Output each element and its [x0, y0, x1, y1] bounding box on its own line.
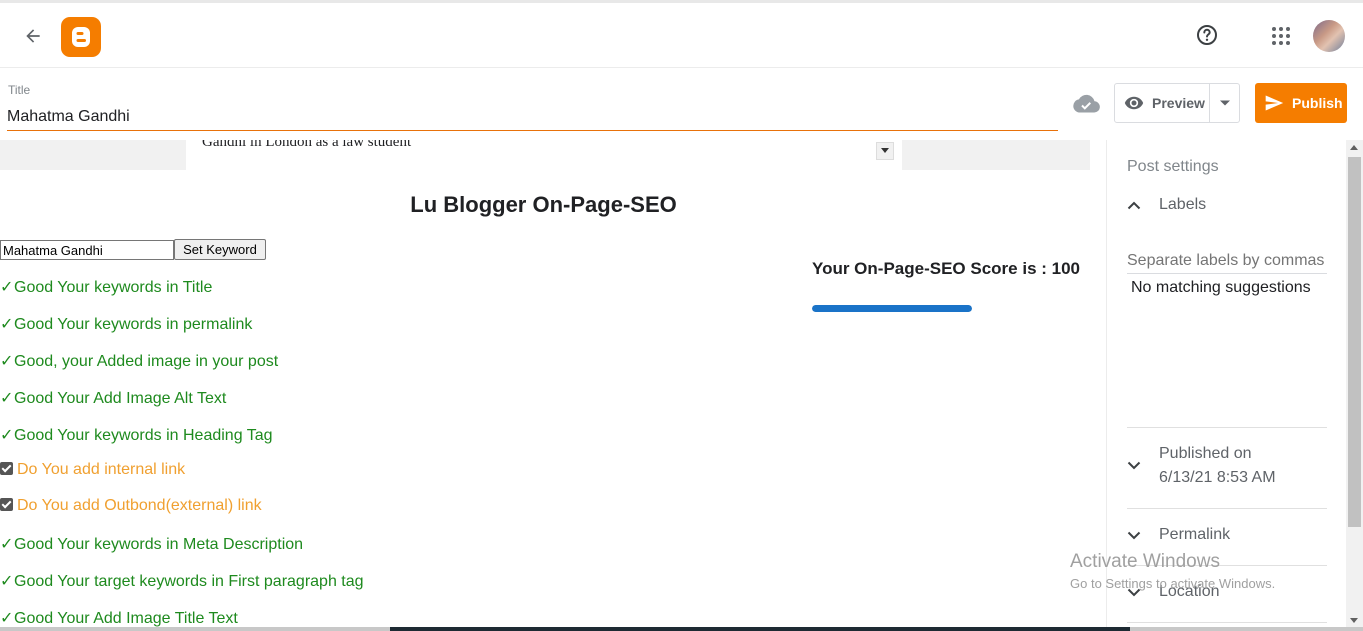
chevron-up-icon — [1127, 201, 1141, 210]
post-settings-heading: Post settings — [1127, 158, 1219, 175]
seo-check-item: ✓Good Your target keywords in First para… — [0, 571, 364, 591]
checkbox-icon — [0, 498, 13, 511]
back-button[interactable] — [18, 21, 48, 51]
published-section[interactable]: Published on 6/13/21 8:53 AM — [1127, 445, 1276, 487]
seo-check-text: Good Your Add Image Title Text — [14, 610, 238, 627]
checkmark-icon: ✓ — [0, 610, 14, 627]
checkmark-icon: ✓ — [0, 536, 14, 553]
seo-check-text: Good Your target keywords in First parag… — [14, 573, 364, 590]
seo-score-bar — [812, 305, 972, 312]
seo-score-text: Your On-Page-SEO Score is : 100 — [812, 259, 1080, 278]
send-icon — [1265, 95, 1284, 111]
title-input[interactable] — [7, 104, 1058, 131]
preview-button[interactable]: Preview — [1114, 83, 1240, 123]
editor-text: Gandhi in London as a law student — [202, 140, 412, 150]
seo-check-text: Good Your keywords in Meta Description — [14, 536, 304, 553]
sidebar-scrollbar[interactable] — [1346, 140, 1363, 631]
chevron-down-icon — [1127, 445, 1159, 471]
labels-section-header[interactable]: Labels — [1127, 196, 1206, 214]
seo-check-text: Do You add Outbond(external) link — [17, 497, 262, 514]
post-settings-sidebar: Post settings Labels No matching suggest… — [1106, 140, 1346, 631]
scroll-down-arrow[interactable] — [1350, 618, 1358, 623]
publish-label: Publish — [1292, 95, 1343, 111]
arrow-left-icon — [26, 29, 40, 43]
permalink-section[interactable]: Permalink — [1127, 526, 1230, 544]
divider — [1127, 508, 1327, 509]
scrollbar-thumb[interactable] — [1348, 157, 1361, 527]
published-value: 6/13/21 8:53 AM — [1159, 469, 1276, 486]
divider — [1127, 565, 1327, 566]
preview-main[interactable]: Preview — [1115, 84, 1210, 122]
taskbar-dark-edge — [390, 627, 1130, 631]
checkmark-icon: ✓ — [0, 427, 14, 444]
blogger-b-icon — [72, 27, 90, 47]
title-label: Title — [8, 83, 31, 97]
published-title: Published on — [1159, 445, 1252, 462]
chevron-down-icon — [1127, 526, 1159, 541]
seo-check-item: ✓Good Your keywords in Heading Tag — [0, 425, 273, 445]
scroll-up-arrow[interactable] — [1350, 145, 1358, 150]
help-circle-icon — [1197, 25, 1217, 45]
seo-check-item: Do You add internal link — [0, 461, 185, 479]
seo-check-text: Good Your keywords in Title — [14, 279, 213, 296]
editor-content[interactable]: Gandhi in London as a law student — [186, 140, 902, 170]
apps-grid-icon — [1272, 27, 1290, 45]
caret-down-icon — [881, 148, 889, 153]
no-match-text: No matching suggestions — [1131, 279, 1311, 296]
seo-check-item: Do You add Outbond(external) link — [0, 497, 262, 515]
preview-label: Preview — [1152, 95, 1205, 111]
publish-button[interactable]: Publish — [1255, 83, 1347, 123]
seo-check-text: Do You add internal link — [17, 461, 186, 478]
checkmark-icon: ✓ — [0, 573, 14, 590]
labels-title: Labels — [1159, 196, 1207, 213]
seo-check-item: ✓Good, your Added image in your post — [0, 351, 278, 371]
seo-check-item: ✓Good Your Add Image Alt Text — [0, 388, 226, 408]
keyword-input[interactable] — [0, 240, 174, 260]
editor-scroll-button[interactable] — [876, 142, 894, 160]
seo-title: Lu Blogger On-Page-SEO — [410, 192, 677, 217]
title-area: Title Preview Publish — [0, 68, 1363, 138]
set-keyword-button[interactable]: Set Keyword — [174, 239, 266, 260]
app-header — [0, 3, 1363, 68]
seo-check-text: Good Your Add Image Alt Text — [14, 390, 227, 407]
divider — [1127, 622, 1327, 623]
blogger-logo[interactable] — [61, 17, 101, 57]
permalink-title: Permalink — [1159, 526, 1231, 543]
seo-check-item: ✓Good Your keywords in Title — [0, 277, 212, 297]
location-title: Location — [1159, 583, 1220, 600]
seo-check-text: Good, your Added image in your post — [14, 353, 279, 370]
checkmark-icon: ✓ — [0, 390, 14, 407]
checkmark-icon: ✓ — [0, 316, 14, 333]
seo-check-item: ✓Good Your keywords in permalink — [0, 314, 252, 334]
preview-dropdown[interactable] — [1210, 84, 1239, 122]
help-button[interactable] — [1193, 21, 1221, 49]
caret-down-icon — [1219, 100, 1230, 106]
seo-score-fill — [812, 305, 972, 312]
labels-input[interactable] — [1127, 248, 1327, 274]
apps-button[interactable] — [1268, 23, 1294, 49]
seo-check-item: ✓Good Your keywords in Meta Description — [0, 534, 303, 554]
checkbox-icon — [0, 462, 13, 475]
checkmark-icon: ✓ — [0, 279, 14, 296]
seo-check-item: ✓Good Your Add Image Title Text — [0, 608, 238, 628]
cloud-saved-icon — [1072, 92, 1100, 114]
chevron-down-icon — [1127, 583, 1159, 598]
checkmark-icon: ✓ — [0, 353, 14, 370]
seo-check-text: Good Your keywords in permalink — [14, 316, 253, 333]
seo-check-text: Good Your keywords in Heading Tag — [14, 427, 273, 444]
divider — [1127, 427, 1327, 428]
location-section[interactable]: Location — [1127, 583, 1220, 601]
eye-icon — [1124, 96, 1144, 110]
user-avatar[interactable] — [1313, 20, 1345, 52]
